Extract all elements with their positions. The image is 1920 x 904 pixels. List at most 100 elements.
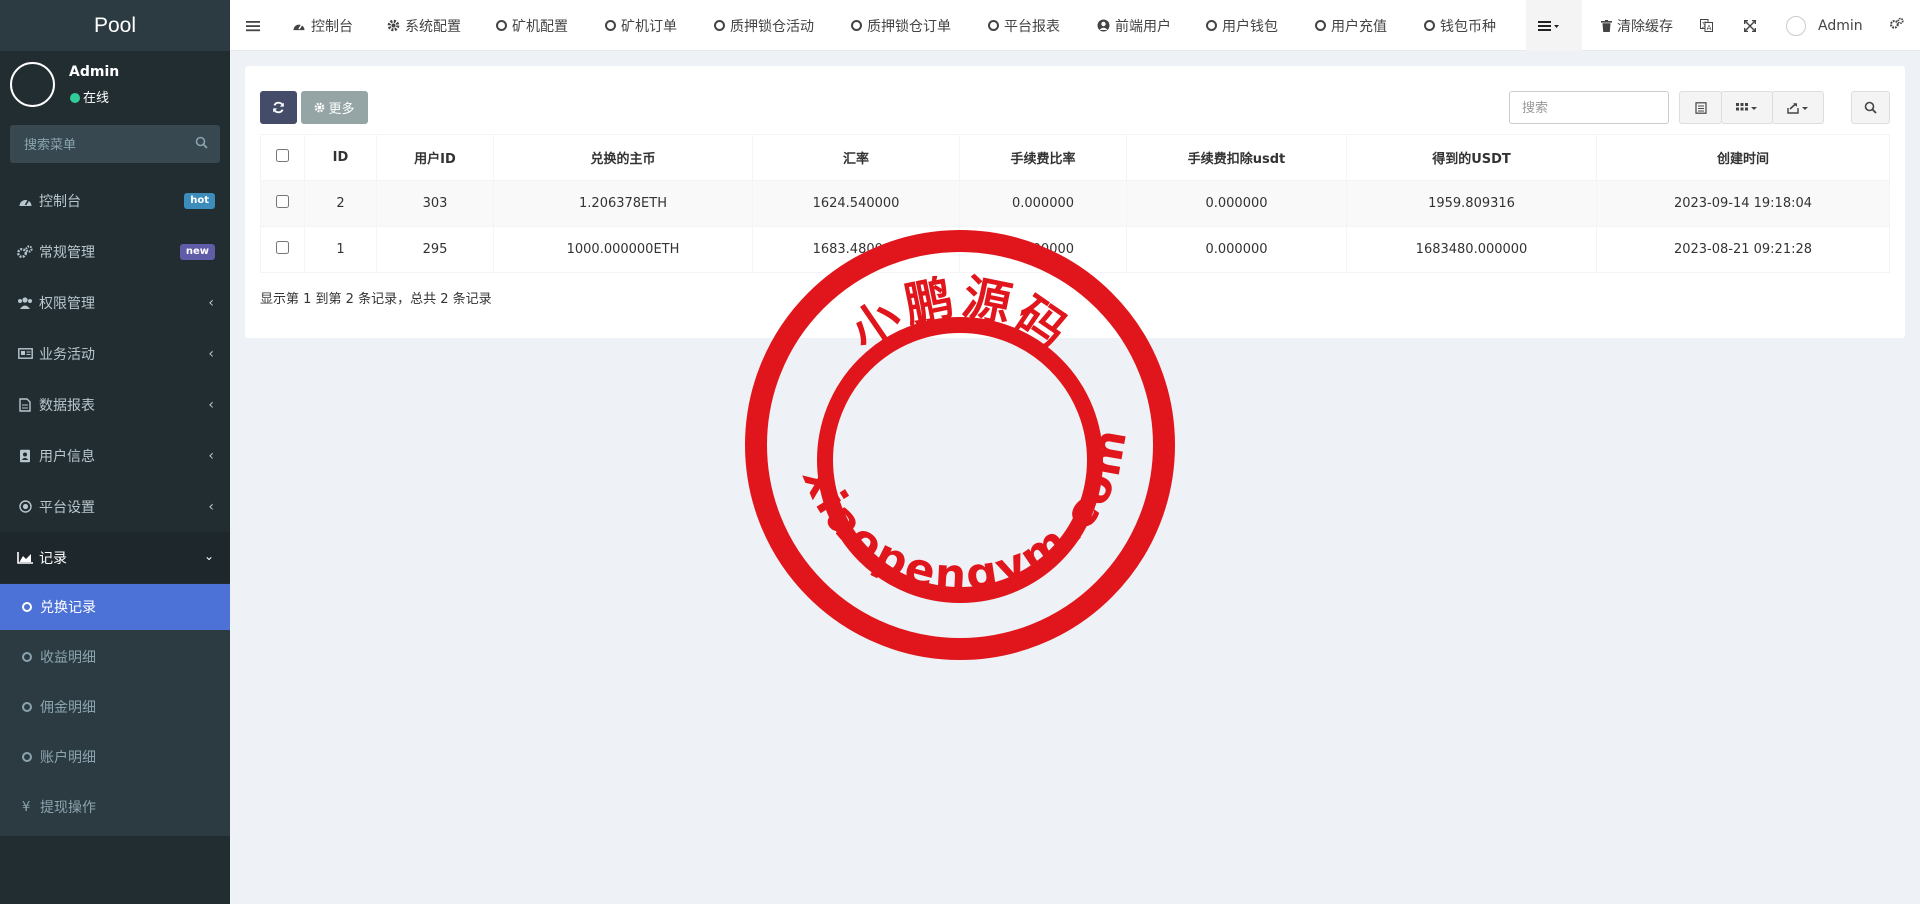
pagination-summary: 显示第 1 到第 2 条记录，总共 2 条记录	[260, 292, 492, 307]
tab-label: 用户钱包	[1222, 18, 1278, 35]
table-cell: 0.000000	[1126, 226, 1347, 273]
tab-dashboard[interactable]: 控制台	[292, 0, 353, 51]
chevron-left-icon: ‹	[208, 397, 214, 413]
records-submenu: 兑换记录 收益明细 佣金明细 账户明细 ¥ 提现操作	[0, 584, 230, 836]
tab-user-wallet[interactable]: 用户钱包	[1206, 0, 1278, 51]
tab-user-recharge[interactable]: 用户充值	[1315, 0, 1387, 51]
address-book-icon	[17, 449, 33, 463]
row-checkbox[interactable]	[276, 195, 289, 208]
sidebar-item-label: 平台设置	[39, 499, 95, 516]
sidebar-item-business[interactable]: 业务活动 ‹	[0, 328, 230, 379]
column-header[interactable]: 创建时间	[1596, 134, 1890, 181]
user-name: Admin	[69, 64, 120, 80]
avatar	[10, 62, 55, 107]
column-header[interactable]: 手续费比率	[959, 134, 1127, 181]
sidebar-item-permissions[interactable]: 权限管理 ‹	[0, 277, 230, 328]
columns-icon	[1736, 102, 1757, 110]
brand-logo[interactable]: Pool	[0, 0, 230, 51]
export-icon	[1787, 102, 1808, 114]
table-row[interactable]: 2 303 1.206378ETH 1624.540000 0.000000 0…	[260, 180, 1890, 227]
tab-label: 质押锁仓活动	[730, 18, 814, 35]
sidebar-item-dashboard[interactable]: 控制台 hot	[0, 175, 230, 226]
column-header[interactable]: 得到的USDT	[1346, 134, 1597, 181]
table-cell: 2	[304, 180, 377, 227]
card-icon	[17, 348, 33, 359]
column-header[interactable]: 兑换的主币	[493, 134, 753, 181]
column-header[interactable]: 手续费扣除usdt	[1126, 134, 1347, 181]
column-header[interactable]: 汇率	[752, 134, 960, 181]
sidebar-search-input[interactable]	[10, 125, 190, 163]
tab-staking-activity[interactable]: 质押锁仓活动	[714, 0, 814, 51]
sidebar-toggle-button[interactable]	[246, 0, 260, 51]
sidebar-item-platform[interactable]: 平台设置 ‹	[0, 481, 230, 532]
table-cell: 1000.000000ETH	[493, 226, 753, 273]
circle-icon	[1315, 20, 1326, 31]
sidebar-item-general[interactable]: 常规管理 new	[0, 226, 230, 277]
users-icon	[17, 296, 33, 309]
more-tabs-dropdown[interactable]	[1526, 0, 1582, 51]
tab-label: 用户充值	[1331, 18, 1387, 35]
user-panel: Admin 在线	[0, 51, 230, 124]
column-header[interactable]: ID	[304, 134, 377, 181]
sidebar-subitem-withdraw[interactable]: ¥ 提现操作	[0, 784, 230, 830]
column-header[interactable]: 用户ID	[376, 134, 494, 181]
user-status: 在线	[70, 87, 109, 106]
sidebar-item-records[interactable]: 记录 ⌄	[0, 532, 230, 583]
circle-icon	[22, 652, 32, 662]
tab-platform-report[interactable]: 平台报表	[988, 0, 1060, 51]
refresh-icon	[273, 101, 284, 114]
sidebar-item-userinfo[interactable]: 用户信息 ‹	[0, 430, 230, 481]
sidebar-subitem-earnings[interactable]: 收益明细	[0, 634, 230, 680]
columns-toggle-button[interactable]	[1721, 91, 1773, 124]
table-cell: 1.206378ETH	[493, 180, 753, 227]
table-cell: 1683480.000000	[1346, 226, 1597, 273]
table-search-input[interactable]	[1509, 91, 1669, 124]
sidebar-item-label: 用户信息	[39, 448, 95, 465]
clear-cache-button[interactable]: 清除缓存	[1601, 0, 1673, 51]
tab-label: 矿机订单	[621, 18, 677, 35]
card-view-button[interactable]	[1679, 91, 1722, 124]
records-panel: 更多 ID 用户ID 兑换的主币 汇率 手续费比率 手续费扣除usdt 得到的U…	[245, 66, 1905, 338]
translate-button[interactable]: 文A	[1700, 0, 1713, 51]
top-navbar: 控制台 系统配置 矿机配置 矿机订单 质押锁仓活动 质押锁仓订单 平台报表 前端…	[230, 0, 1920, 51]
circle-icon	[22, 752, 32, 762]
sidebar: Pool Admin 在线 控制台 hot 常规管理 new 权限管理 ‹ 业务…	[0, 0, 230, 904]
settings-button[interactable]	[1890, 0, 1904, 51]
circle-icon	[1424, 20, 1435, 31]
sidebar-subitem-account[interactable]: 账户明细	[0, 734, 230, 780]
export-button[interactable]	[1772, 91, 1824, 124]
search-icon[interactable]	[195, 136, 208, 153]
tab-staking-orders[interactable]: 质押锁仓订单	[851, 0, 951, 51]
translate-icon: 文A	[1700, 19, 1713, 32]
sidebar-item-label: 权限管理	[39, 295, 95, 312]
admin-user-menu[interactable]: Admin	[1786, 0, 1863, 51]
circle-icon	[22, 702, 32, 712]
fullscreen-button[interactable]	[1744, 0, 1756, 51]
list-icon	[1538, 0, 1560, 51]
sidebar-subitem-exchange[interactable]: 兑换记录	[0, 584, 230, 630]
table-cell: 1959.809316	[1346, 180, 1597, 227]
expand-icon	[1744, 19, 1756, 32]
cogs-icon	[1890, 17, 1904, 34]
stamp-inner-ring	[817, 317, 1103, 603]
tab-miner-config[interactable]: 矿机配置	[496, 0, 568, 51]
sidebar-subitem-commission[interactable]: 佣金明细	[0, 684, 230, 730]
circle-icon	[496, 20, 507, 31]
tab-wallet-currency[interactable]: 钱包币种	[1424, 0, 1496, 51]
select-all-checkbox[interactable]	[276, 149, 289, 162]
table-cell: 0.000000	[959, 180, 1127, 227]
sidebar-subitem-label: 兑换记录	[40, 600, 96, 616]
table-row[interactable]: 1 295 1000.000000ETH 1683.480000 0.00000…	[260, 226, 1890, 273]
tab-miner-orders[interactable]: 矿机订单	[605, 0, 677, 51]
refresh-button[interactable]	[260, 91, 297, 124]
tab-frontend-users[interactable]: 前端用户	[1097, 0, 1171, 51]
circle-icon	[1206, 20, 1217, 31]
circle-icon	[605, 20, 616, 31]
more-button[interactable]: 更多	[301, 91, 368, 124]
sidebar-item-reports[interactable]: 数据报表 ‹	[0, 379, 230, 430]
tab-system-config[interactable]: 系统配置	[387, 0, 461, 51]
advanced-search-button[interactable]	[1851, 91, 1890, 124]
row-checkbox[interactable]	[276, 241, 289, 254]
chevron-left-icon: ‹	[208, 346, 214, 362]
target-icon	[17, 500, 33, 513]
